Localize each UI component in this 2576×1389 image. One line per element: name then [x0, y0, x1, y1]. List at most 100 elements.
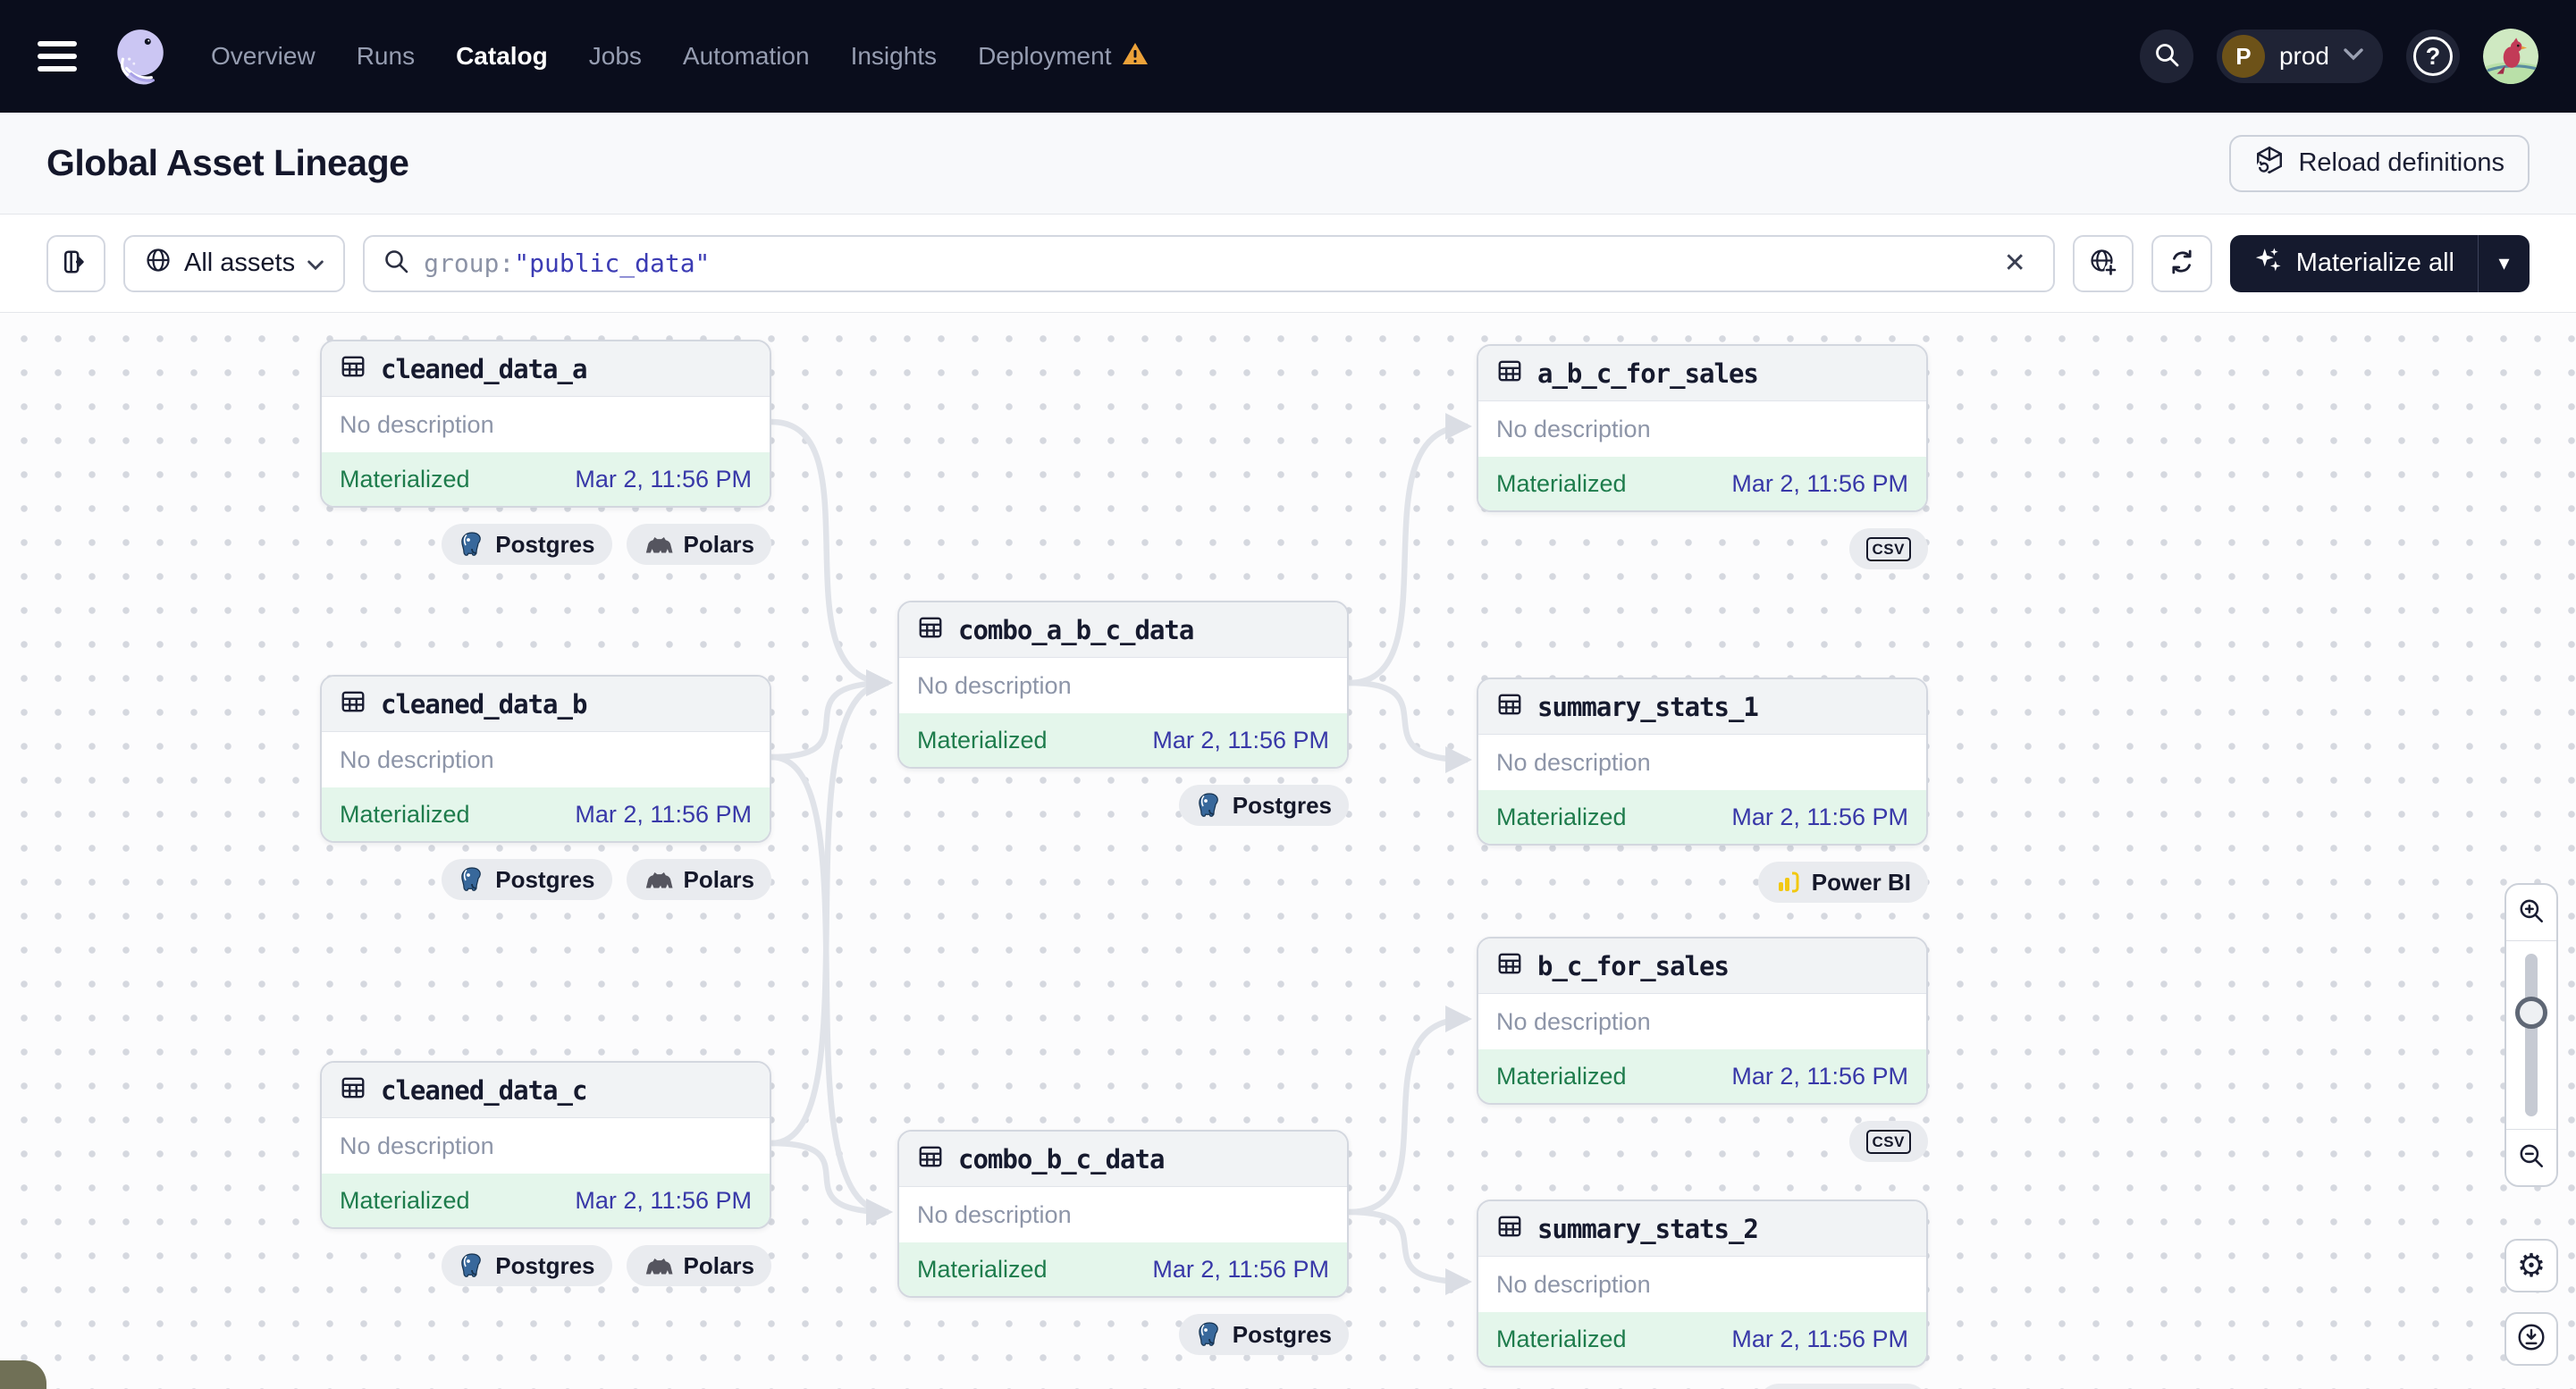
tag-power-bi[interactable]: Power BI — [1758, 862, 1928, 903]
zoom-slider-track[interactable] — [2525, 954, 2538, 1116]
tag-postgres[interactable]: Postgres — [442, 1245, 611, 1286]
lineage-canvas[interactable]: cleaned_data_a No description Materializ… — [0, 313, 2576, 1389]
asset-description: No description — [1478, 1257, 1926, 1312]
power-bi-icon — [1775, 869, 1802, 896]
table-icon — [1496, 950, 1523, 981]
graph-settings-button[interactable]: ⚙ — [2504, 1239, 2558, 1292]
asset-card[interactable]: combo_a_b_c_data No description Material… — [897, 601, 1349, 769]
tag-label: Postgres — [1233, 1321, 1332, 1349]
reload-definitions-button[interactable]: Reload definitions — [2229, 135, 2530, 192]
materialize-all-label: Materialize all — [2296, 248, 2454, 278]
asset-name: a_b_c_for_sales — [1537, 358, 1758, 389]
asset-card[interactable]: cleaned_data_b No description Materializ… — [320, 675, 771, 843]
asset-status: Materialized — [917, 727, 1048, 754]
tag-postgres[interactable]: Postgres — [1179, 1314, 1349, 1355]
global-search-button[interactable] — [2140, 29, 2193, 83]
download-image-button[interactable] — [2504, 1312, 2558, 1366]
nav-item-insights[interactable]: Insights — [851, 42, 938, 71]
view-options-button[interactable] — [2073, 235, 2134, 292]
tag-polars[interactable]: Polars — [627, 859, 772, 900]
nav-item-automation[interactable]: Automation — [683, 42, 810, 71]
asset-card[interactable]: cleaned_data_c No description Materializ… — [320, 1061, 771, 1229]
table-icon — [917, 1143, 944, 1174]
asset-status: Materialized — [340, 801, 470, 829]
materialization-timestamp[interactable]: Mar 2, 11:56 PM — [575, 1187, 752, 1215]
tag-csv[interactable]: CSV — [1849, 1121, 1928, 1162]
asset-card[interactable]: summary_stats_2 No description Materiali… — [1477, 1200, 1928, 1368]
materialization-timestamp[interactable]: Mar 2, 11:56 PM — [1152, 727, 1329, 754]
asset-filter-dropdown[interactable]: All assets — [123, 235, 345, 292]
asset-card[interactable]: summary_stats_1 No description Materiali… — [1477, 678, 1928, 846]
asset-tags: Power BI — [1477, 862, 1928, 903]
tag-postgres[interactable]: Postgres — [442, 524, 611, 565]
help-button[interactable]: ? — [2406, 29, 2460, 83]
tag-postgres[interactable]: Postgres — [442, 859, 611, 900]
tag-postgres[interactable]: Postgres — [1179, 785, 1349, 826]
nav-item-deployment[interactable]: Deployment — [978, 41, 1149, 72]
asset-status-bar: Materialized Mar 2, 11:56 PM — [322, 787, 770, 841]
tag-label: Polars — [684, 531, 755, 559]
asset-card-header: b_c_for_sales — [1478, 939, 1926, 994]
asset-description: No description — [899, 658, 1347, 713]
dagster-logo[interactable] — [109, 26, 170, 87]
asset-card[interactable]: cleaned_data_a No description Materializ… — [320, 340, 771, 508]
nav-item-label: Runs — [357, 42, 415, 71]
asset-node: combo_a_b_c_data No description Material… — [897, 601, 1349, 826]
zoom-out-button[interactable] — [2506, 1130, 2556, 1185]
tag-polars[interactable]: Polars — [627, 1245, 772, 1286]
materialization-timestamp[interactable]: Mar 2, 11:56 PM — [575, 466, 752, 493]
polars-icon — [644, 534, 674, 555]
nav-item-jobs[interactable]: Jobs — [589, 42, 642, 71]
postgres-icon — [1196, 1321, 1223, 1348]
materialization-timestamp[interactable]: Mar 2, 11:56 PM — [575, 801, 752, 829]
materialization-timestamp[interactable]: Mar 2, 11:56 PM — [1731, 1326, 1908, 1353]
materialize-all-button[interactable]: Materialize all — [2230, 235, 2478, 292]
materialize-options-caret[interactable]: ▾ — [2478, 235, 2530, 292]
postgres-icon — [1196, 792, 1223, 819]
nav-item-catalog[interactable]: Catalog — [456, 42, 548, 71]
nav-item-overview[interactable]: Overview — [211, 42, 316, 71]
asset-card-header: cleaned_data_b — [322, 677, 770, 732]
tag-polars[interactable]: Polars — [627, 524, 772, 565]
asset-description: No description — [322, 732, 770, 787]
materialization-timestamp[interactable]: Mar 2, 11:56 PM — [1152, 1256, 1329, 1284]
asset-name: cleaned_data_b — [381, 689, 586, 720]
asset-filter-label: All assets — [184, 248, 295, 278]
asset-status: Materialized — [1496, 470, 1627, 498]
refresh-button[interactable] — [2151, 235, 2212, 292]
hamburger-menu-icon[interactable] — [38, 41, 77, 72]
zoom-in-button[interactable] — [2506, 885, 2556, 940]
zoom-slider-knob[interactable] — [2515, 997, 2547, 1029]
deployment-switcher[interactable]: P prod — [2217, 29, 2383, 83]
asset-card[interactable]: a_b_c_for_sales No description Materiali… — [1477, 344, 1928, 512]
clear-search-button[interactable]: ✕ — [1995, 248, 2035, 279]
asset-status-bar: Materialized Mar 2, 11:56 PM — [322, 1174, 770, 1227]
materialization-timestamp[interactable]: Mar 2, 11:56 PM — [1731, 1063, 1908, 1090]
tag-power-bi[interactable]: Power BI — [1758, 1384, 1928, 1389]
asset-card[interactable]: b_c_for_sales No description Materialize… — [1477, 937, 1928, 1105]
nav-item-label: Insights — [851, 42, 938, 71]
asset-card[interactable]: combo_b_c_data No description Materializ… — [897, 1130, 1349, 1298]
asset-name: summary_stats_1 — [1537, 692, 1758, 722]
asset-status-bar: Materialized Mar 2, 11:56 PM — [322, 452, 770, 506]
asset-node: cleaned_data_c No description Materializ… — [320, 1061, 771, 1286]
open-panel-button[interactable] — [46, 235, 105, 292]
asset-node: combo_b_c_data No description Materializ… — [897, 1130, 1349, 1355]
deployment-name: prod — [2279, 42, 2329, 71]
zoom-slider[interactable] — [2506, 940, 2556, 1130]
asset-search-input[interactable]: group:"public_data" ✕ — [363, 235, 2055, 292]
nav-item-runs[interactable]: Runs — [357, 42, 415, 71]
nav-item-label: Catalog — [456, 42, 548, 71]
table-icon — [1496, 691, 1523, 722]
tag-csv[interactable]: CSV — [1849, 528, 1928, 569]
materialization-timestamp[interactable]: Mar 2, 11:56 PM — [1731, 470, 1908, 498]
gear-icon: ⚙ — [2517, 1247, 2546, 1284]
asset-status: Materialized — [1496, 1326, 1627, 1353]
tag-label: Postgres — [1233, 792, 1332, 820]
chevron-down-icon — [2344, 48, 2363, 65]
asset-name: cleaned_data_a — [381, 354, 586, 384]
user-avatar[interactable] — [2483, 29, 2538, 84]
materialization-timestamp[interactable]: Mar 2, 11:56 PM — [1731, 804, 1908, 831]
asset-node: cleaned_data_a No description Materializ… — [320, 340, 771, 565]
caret-down-icon: ▾ — [2498, 250, 2509, 276]
